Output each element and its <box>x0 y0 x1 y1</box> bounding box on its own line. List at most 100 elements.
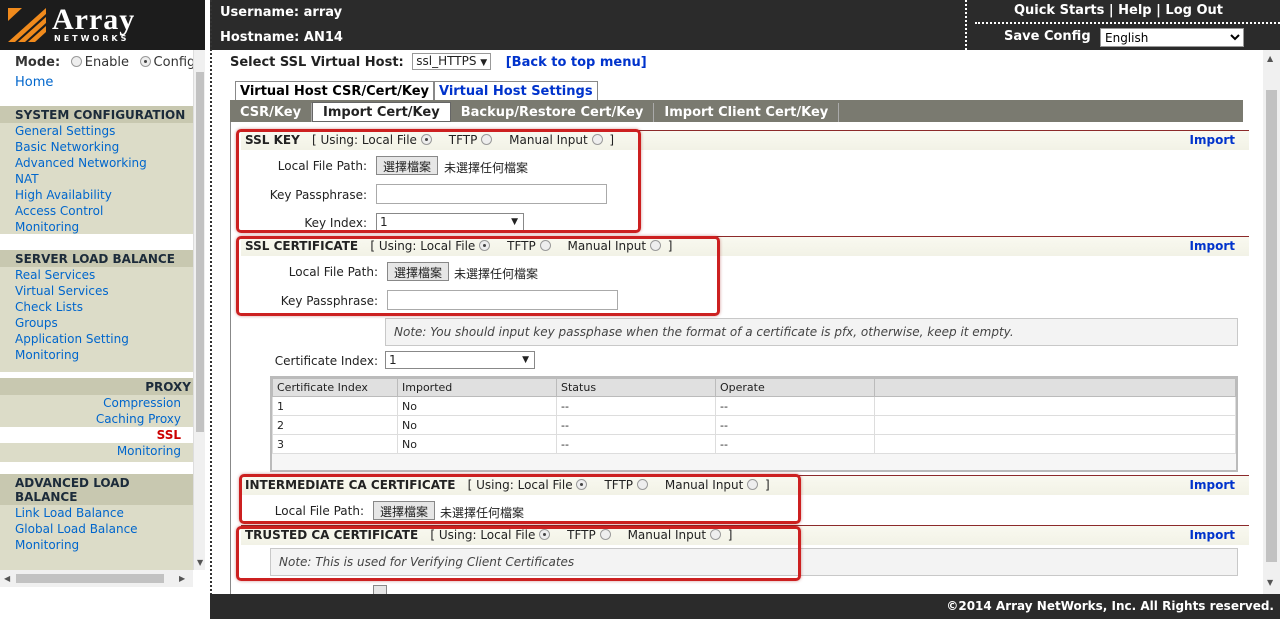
sidebar-item-global-load-balance[interactable]: Global Load Balance <box>0 521 193 537</box>
sidebar-item-virtual-services[interactable]: Virtual Services <box>0 283 193 299</box>
sidebar-item-check-lists[interactable]: Check Lists <box>0 299 193 315</box>
radio-icon[interactable] <box>747 479 759 490</box>
sidebar-item-nat[interactable]: NAT <box>0 171 193 187</box>
home-link[interactable]: Home <box>15 75 53 90</box>
choose-file-button[interactable] <box>373 585 387 594</box>
import-button[interactable]: Import <box>1190 133 1235 147</box>
table-cell: -- <box>556 415 716 435</box>
sidebar-item-monitoring[interactable]: Monitoring <box>0 219 193 235</box>
sidebar-item-caching-proxy[interactable]: Caching Proxy <box>0 411 193 427</box>
main-content: Select SSL Virtual Host: ssl_HTTPS ▼ [Ba… <box>215 50 1263 594</box>
source-options: [ Using: Local File TFTP Manual Input ] <box>370 239 672 253</box>
table-cell: -- <box>715 434 875 454</box>
radio-selected-icon[interactable] <box>576 479 588 490</box>
key-index-value: 1 <box>380 215 388 229</box>
sidebar-horizontal-scrollbar[interactable]: ◀ ▶ <box>0 570 193 587</box>
radio-selected-icon[interactable] <box>539 529 551 540</box>
chevron-down-icon: ▼ <box>480 58 488 68</box>
scrollbar-thumb[interactable] <box>16 574 164 583</box>
sidebar-item-groups[interactable]: Groups <box>0 315 193 331</box>
scroll-up-icon[interactable]: ▲ <box>1267 54 1273 63</box>
radio-icon[interactable] <box>649 240 661 251</box>
tab-virtual-host-settings[interactable]: Virtual Host Settings <box>433 81 598 101</box>
manual-input-label: Manual Input <box>509 133 588 147</box>
certificate-index-select[interactable]: 1 <box>385 351 535 369</box>
footer-left <box>0 594 205 619</box>
trusted-ca-note: Note: This is used for Verifying Client … <box>270 548 1238 576</box>
radio-icon[interactable] <box>70 56 82 67</box>
key-passphrase-label: Key Passphrase: <box>269 188 367 202</box>
divider <box>975 22 1280 24</box>
tab-bar: Virtual Host CSR/Cert/Key Virtual Host Se… <box>235 81 598 102</box>
scrollbar-thumb[interactable] <box>1266 90 1277 562</box>
sidebar-item-link-load-balance[interactable]: Link Load Balance <box>0 505 193 521</box>
import-button[interactable]: Import <box>1190 478 1235 492</box>
section-title: ADVANCED LOAD BALANCE <box>0 474 193 505</box>
mode-enable-option[interactable]: Enable <box>70 55 129 70</box>
back-to-top-link[interactable]: [Back to top menu] <box>506 55 647 70</box>
logout-link[interactable]: Log Out <box>1165 3 1223 18</box>
source-options: [ Using: Local File TFTP Manual Input ] <box>312 133 614 147</box>
sidebar-item-access-control[interactable]: Access Control <box>0 203 193 219</box>
key-passphrase-input[interactable] <box>376 184 607 204</box>
key-index-select[interactable]: 1 <box>376 213 524 231</box>
sidebar-item-advanced-networking[interactable]: Advanced Networking <box>0 155 193 171</box>
main-scrollbar[interactable]: ▲ ▼ <box>1263 50 1280 594</box>
radio-selected-icon[interactable] <box>479 240 491 251</box>
language-select[interactable]: English <box>1100 28 1244 47</box>
certificate-index-value: 1 <box>389 353 397 367</box>
link-separator: | <box>1108 3 1114 18</box>
choose-file-button[interactable]: 選擇檔案 <box>387 262 450 281</box>
radio-icon[interactable] <box>481 134 493 145</box>
import-button[interactable]: Import <box>1190 528 1235 542</box>
choose-file-button[interactable]: 選擇檔案 <box>376 156 439 175</box>
intermediate-ca-header: INTERMEDIATE CA CERTIFICATE [ Using: Loc… <box>241 475 1249 495</box>
column-header: Operate <box>715 378 875 397</box>
mode-label: Mode: <box>15 55 61 70</box>
radio-icon[interactable] <box>539 240 551 251</box>
quick-starts-link[interactable]: Quick Starts <box>1014 3 1104 18</box>
sidebar-item-compression[interactable]: Compression <box>0 395 193 411</box>
virtual-host-value: ssl_HTTPS <box>416 54 477 68</box>
table-header-row: Certificate Index Imported Status Operat… <box>272 378 1236 397</box>
sidebar-item-application-setting[interactable]: Application Setting <box>0 331 193 347</box>
help-link[interactable]: Help <box>1118 3 1151 18</box>
cert-passphrase-input[interactable] <box>387 290 618 310</box>
brand-name: Array <box>52 3 136 36</box>
scroll-left-icon[interactable]: ◀ <box>4 574 10 583</box>
subtab-import-cert-key[interactable]: Import Cert/Key <box>312 102 451 122</box>
sidebar-item-monitoring[interactable]: Monitoring <box>0 347 193 363</box>
scroll-down-icon[interactable]: ▼ <box>197 558 203 567</box>
brand-sub: NETWORKS <box>54 34 130 43</box>
import-button[interactable]: Import <box>1190 239 1235 253</box>
sidebar-item-basic-networking[interactable]: Basic Networking <box>0 139 193 155</box>
radio-icon[interactable] <box>709 529 721 540</box>
choose-file-button[interactable]: 選擇檔案 <box>373 501 436 520</box>
sidebar-item-monitoring[interactable]: Monitoring <box>0 537 193 553</box>
sidebar-item-general-settings[interactable]: General Settings <box>0 123 193 139</box>
radio-icon[interactable] <box>599 529 611 540</box>
sidebar-item-monitoring[interactable]: Monitoring <box>0 443 193 459</box>
no-file-chosen-text: 未選擇任何檔案 <box>440 506 525 520</box>
virtual-host-select[interactable]: ssl_HTTPS ▼ <box>412 53 492 70</box>
radio-selected-icon[interactable] <box>420 134 432 145</box>
radio-selected-icon[interactable] <box>139 56 151 67</box>
mode-config-option[interactable]: Config <box>139 55 195 70</box>
sidebar-item-real-services[interactable]: Real Services <box>0 267 193 283</box>
sidebar-scrollbar[interactable]: ▼ <box>193 50 205 570</box>
tab-virtual-host-csr-cert-key[interactable]: Virtual Host CSR/Cert/Key <box>235 81 434 101</box>
certificate-index-label: Certificate Index: <box>274 354 378 368</box>
radio-icon[interactable] <box>636 479 648 490</box>
radio-icon[interactable] <box>591 134 603 145</box>
sidebar-item-ssl[interactable]: SSL <box>0 427 193 443</box>
scroll-right-icon[interactable]: ▶ <box>179 574 185 583</box>
section-title: SSL KEY <box>245 133 300 147</box>
table-cell: 1 <box>272 396 398 416</box>
using-open: [ Using: <box>430 528 477 542</box>
scroll-down-icon[interactable]: ▼ <box>1267 578 1273 587</box>
local-file-path-label: Local File Path: <box>274 504 364 518</box>
sidebar-item-high-availability[interactable]: High Availability <box>0 187 193 203</box>
scrollbar-thumb[interactable] <box>196 72 204 432</box>
save-config-link[interactable]: Save Config <box>1004 29 1091 44</box>
tftp-label: TFTP <box>448 133 478 147</box>
